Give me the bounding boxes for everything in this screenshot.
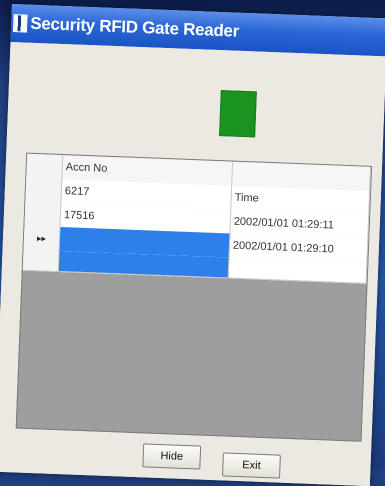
client-area: Accn No 6217 Time 17516 2002/01/01 01:29… [0,41,385,486]
row-header[interactable] [24,201,62,228]
button-bar: Hide Exit [0,438,371,482]
app-icon [12,14,28,33]
cell-time[interactable] [228,257,368,283]
app-window: Security RFID Gate Reader Accn No 6217 T… [0,4,385,486]
window-title: Security RFID Gate Reader [29,13,240,41]
row-header[interactable] [22,249,60,271]
new-row-marker-icon[interactable]: ▸▸ [23,225,61,252]
status-indicator [219,90,257,138]
exit-button[interactable]: Exit [222,452,281,479]
hide-button[interactable]: Hide [142,443,202,470]
row-header[interactable] [25,177,63,204]
data-grid[interactable]: Accn No 6217 Time 17516 2002/01/01 01:29… [15,152,373,442]
grid-corner-cell [26,153,64,180]
